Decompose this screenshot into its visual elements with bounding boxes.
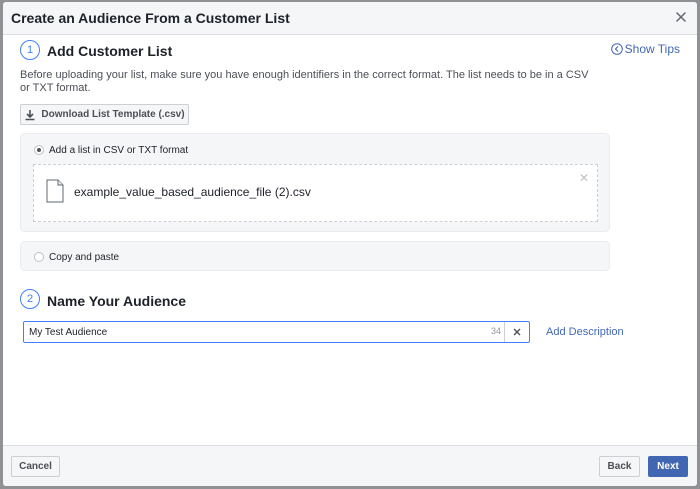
radio-copy-paste[interactable]	[34, 252, 44, 262]
radio-add-list[interactable]	[34, 145, 44, 155]
dialog-header: Create an Audience From a Customer List	[3, 2, 697, 35]
download-template-label: Download List Template (.csv)	[41, 109, 185, 120]
back-button[interactable]: Back	[599, 456, 640, 477]
remove-file-icon[interactable]: ✕	[579, 171, 589, 185]
section-title-add-customer-list: Add Customer List	[47, 43, 173, 59]
download-icon	[25, 109, 35, 120]
char-count: 34	[490, 326, 501, 336]
clear-icon	[513, 328, 521, 336]
radio-add-list-label: Add a list in CSV or TXT format	[49, 145, 189, 156]
download-template-button[interactable]: Download List Template (.csv)	[20, 104, 189, 125]
audience-name-input[interactable]	[24, 322, 479, 342]
audience-name-field: 34	[23, 321, 530, 343]
step-2-indicator: 2	[20, 289, 40, 309]
file-drop-zone[interactable]: example_value_based_audience_file (2).cs…	[33, 164, 598, 222]
dialog-title: Create an Audience From a Customer List	[11, 10, 290, 26]
section-title-name-audience: Name Your Audience	[47, 293, 187, 309]
dialog-footer: Cancel Back Next	[3, 445, 697, 486]
close-icon[interactable]	[674, 10, 688, 24]
file-upload-option-panel: Add a list in CSV or TXT format example_…	[20, 133, 610, 232]
radio-copy-paste-label: Copy and paste	[49, 252, 120, 263]
next-button[interactable]: Next	[648, 456, 688, 477]
step-1-indicator: 1	[20, 40, 40, 60]
create-audience-dialog: Create an Audience From a Customer List …	[3, 2, 697, 486]
clear-input-button[interactable]	[504, 322, 529, 342]
show-tips-label: Show Tips	[624, 42, 680, 56]
uploaded-file-name: example_value_based_audience_file (2).cs…	[74, 185, 311, 199]
copy-paste-option-panel: Copy and paste	[20, 241, 610, 271]
show-tips-link[interactable]: Show Tips	[610, 42, 680, 56]
add-description-link[interactable]: Add Description	[546, 326, 624, 338]
upload-description: Before uploading your list, make sure yo…	[20, 69, 589, 94]
cancel-button[interactable]: Cancel	[11, 456, 60, 477]
chevron-left-circle-icon	[610, 43, 623, 55]
file-icon	[46, 179, 64, 203]
